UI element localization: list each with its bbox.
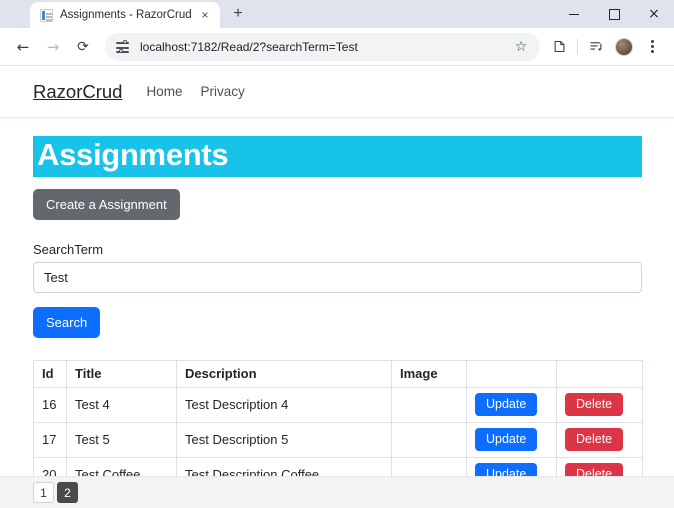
maximize-icon[interactable] — [594, 0, 634, 28]
cell-description: Test Description 4 — [177, 387, 392, 422]
search-term-label: SearchTerm — [33, 242, 641, 257]
site-navbar: RazorCrud Home Privacy — [0, 66, 674, 118]
cell-delete: Delete — [557, 422, 643, 457]
assignments-table: Id Title Description Image 16 Test 4 Tes… — [33, 360, 643, 493]
back-icon[interactable]: ← — [8, 32, 38, 62]
close-icon[interactable]: × — [634, 0, 674, 28]
table-header-row: Id Title Description Image — [34, 360, 643, 387]
create-button-wrap: Create a Assignment — [33, 189, 641, 220]
tab-title: Assignments - RazorCrud — [60, 9, 192, 21]
column-header-title: Title — [67, 360, 177, 387]
page-title-banner: Assignments — [33, 136, 642, 177]
cell-update: Update — [467, 387, 557, 422]
window-controls: × — [554, 0, 674, 28]
toolbar-divider — [577, 39, 578, 55]
reading-list-icon[interactable] — [582, 32, 610, 62]
browser-chrome: ⱟ Assignments - RazorCrud × + × ← → ⟳ lo… — [0, 0, 674, 66]
minimize-icon[interactable] — [554, 0, 594, 28]
forward-icon[interactable]: → — [38, 32, 68, 62]
cell-description: Test Description 5 — [177, 422, 392, 457]
page-link-2[interactable]: 2 — [57, 482, 78, 503]
cell-id: 17 — [34, 422, 67, 457]
delete-button[interactable]: Delete — [565, 428, 623, 451]
kebab-menu-icon[interactable] — [638, 32, 666, 62]
page-viewport: RazorCrud Home Privacy Assignments Creat… — [0, 66, 674, 508]
delete-button[interactable]: Delete — [565, 393, 623, 416]
extensions-icon[interactable] — [545, 32, 573, 62]
profile-avatar[interactable] — [610, 32, 638, 62]
cell-update: Update — [467, 422, 557, 457]
column-header-image: Image — [392, 360, 467, 387]
close-icon[interactable]: × — [196, 6, 214, 24]
browser-toolbar: ← → ⟳ localhost:7182/Read/2?searchTerm=T… — [0, 28, 674, 66]
brand-link[interactable]: RazorCrud — [33, 81, 122, 103]
bookmark-star-icon[interactable]: ☆ — [508, 34, 534, 60]
document-favicon — [40, 9, 53, 22]
cell-title: Test 4 — [67, 387, 177, 422]
tab-search-chevron-icon[interactable]: ⱟ — [4, 0, 30, 28]
create-assignment-button[interactable]: Create a Assignment — [33, 189, 180, 220]
table-row: 17 Test 5 Test Description 5 Update Dele… — [34, 422, 643, 457]
cell-title: Test 5 — [67, 422, 177, 457]
nav-link-privacy[interactable]: Privacy — [200, 84, 244, 99]
column-header-update — [467, 360, 557, 387]
table-row: 16 Test 4 Test Description 4 Update Dele… — [34, 387, 643, 422]
search-button[interactable]: Search — [33, 307, 100, 338]
site-settings-icon[interactable] — [116, 40, 131, 53]
update-button[interactable]: Update — [475, 428, 537, 451]
new-tab-button[interactable]: + — [225, 1, 251, 27]
cell-image — [392, 387, 467, 422]
search-input[interactable] — [33, 262, 642, 293]
search-button-wrap: Search — [33, 307, 641, 338]
pagination-bar: 1 2 — [0, 476, 674, 508]
cell-id: 16 — [34, 387, 67, 422]
page-link-1[interactable]: 1 — [33, 482, 54, 503]
tab-strip: ⱟ Assignments - RazorCrud × + × — [0, 0, 674, 28]
cell-delete: Delete — [557, 387, 643, 422]
column-header-description: Description — [177, 360, 392, 387]
column-header-delete — [557, 360, 643, 387]
cell-image — [392, 422, 467, 457]
pagination: 1 2 — [33, 482, 78, 503]
page-title: Assignments — [37, 139, 642, 172]
column-header-id: Id — [34, 360, 67, 387]
reload-icon[interactable]: ⟳ — [68, 32, 98, 62]
update-button[interactable]: Update — [475, 393, 537, 416]
page-container: Assignments Create a Assignment SearchTe… — [0, 136, 674, 493]
url-text: localhost:7182/Read/2?searchTerm=Test — [140, 40, 508, 54]
avatar — [615, 38, 633, 56]
address-bar[interactable]: localhost:7182/Read/2?searchTerm=Test ☆ — [105, 33, 540, 61]
browser-tab[interactable]: Assignments - RazorCrud × — [30, 2, 220, 28]
nav-link-home[interactable]: Home — [146, 84, 182, 99]
